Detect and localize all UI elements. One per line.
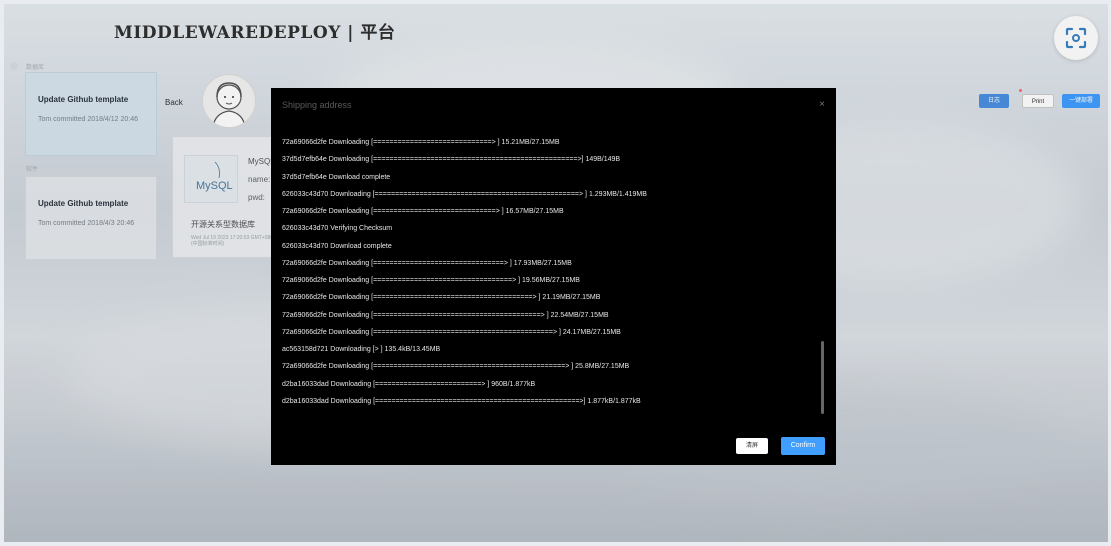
log-line: 72a69066d2fe Downloading [==============… (282, 139, 560, 146)
log-line: 626033c43d70 Verifying Checksum (282, 225, 393, 233)
log-line: 72a69066d2fe Downloading [==============… (282, 294, 601, 302)
confirm-button[interactable]: Confirm (781, 437, 825, 455)
close-icon[interactable]: × (819, 99, 825, 110)
log-line: 72a69066d2fe Downloading [==============… (282, 363, 630, 371)
log-line: 72a69066d2fe Downloading [==============… (282, 208, 564, 215)
clear-screen-button[interactable]: 清屏 (736, 438, 768, 454)
log-line: 37d5d7efb64e Downloading [==============… (282, 156, 621, 164)
shipping-address-dialog: Shipping address × 72a69066d2fe Download… (271, 88, 836, 465)
log-line: d2ba16033dad Downloading [==============… (282, 397, 641, 405)
log-scrollbar[interactable] (821, 341, 824, 414)
log-line: 72a69066d2fe Downloading [==============… (282, 277, 580, 284)
dialog-title: Shipping address (282, 100, 352, 110)
log-line: 626033c43d70 Download complete (282, 242, 392, 250)
log-output: 72a69066d2fe Downloading [==============… (282, 134, 812, 410)
log-line: 626033c43d70 Downloading [==============… (282, 190, 647, 198)
log-line: d2ba16033dad Downloading [==============… (282, 380, 536, 388)
log-line: 72a69066d2fe Downloading [==============… (282, 259, 572, 267)
log-line: 72a69066d2fe Downloading [==============… (282, 311, 609, 319)
log-line: 72a69066d2fe Downloading [==============… (282, 328, 621, 336)
log-line: 37d5d7efb64e Download complete (282, 173, 391, 181)
log-line: ac563158d721 Downloading [> ] 135.4kB/13… (282, 346, 441, 353)
